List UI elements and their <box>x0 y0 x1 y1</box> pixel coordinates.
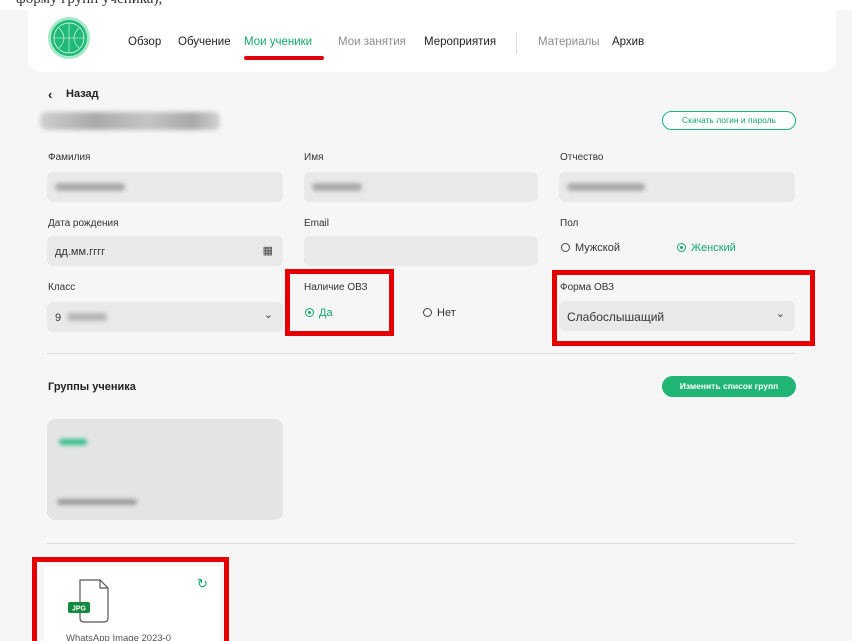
logo-globe-icon <box>53 22 85 54</box>
active-tab-red-underline <box>244 56 324 60</box>
edit-groups-button[interactable]: Изменить список групп <box>662 376 796 397</box>
nav-separator <box>516 32 517 54</box>
group-card[interactable] <box>47 419 283 520</box>
surname-value-redacted <box>55 183 125 191</box>
nav-events[interactable]: Мероприятия <box>424 36 496 48</box>
app-page: форму групп ученика), Обзор Обучение Мои… <box>0 0 852 641</box>
patronymic-field[interactable] <box>559 172 795 202</box>
email-label: Email <box>304 218 330 229</box>
nav-my-lessons[interactable]: Мои занятия <box>338 36 406 48</box>
surname-label: Фамилия <box>48 152 91 163</box>
class-value: 9 <box>55 312 62 324</box>
name-field[interactable] <box>304 172 538 202</box>
gender-male-radio[interactable]: Мужской <box>561 242 620 254</box>
section-divider <box>47 543 795 544</box>
ovz-no-radio[interactable]: Нет <box>423 307 456 319</box>
radio-selected-icon <box>677 243 686 252</box>
highlight-box-ovz-form <box>552 270 815 346</box>
name-label: Имя <box>304 152 324 163</box>
birthdate-field[interactable]: дд.мм.гггг ▦ <box>47 236 283 266</box>
highlight-box-file <box>32 557 229 641</box>
birthdate-placeholder: дд.мм.гггг <box>55 246 106 258</box>
section-divider <box>47 353 795 354</box>
groups-title: Группы ученика <box>48 381 136 393</box>
logo[interactable] <box>48 17 90 59</box>
nav-learning[interactable]: Обучение <box>178 36 231 48</box>
highlight-box-ovz <box>285 269 394 336</box>
class-label: Класс <box>48 282 76 293</box>
calendar-icon[interactable]: ▦ <box>263 244 273 257</box>
top-navigation: Обзор Обучение Мои ученики Мои занятия М… <box>28 10 836 72</box>
name-value-redacted <box>312 183 362 191</box>
student-name-redacted <box>40 112 220 130</box>
email-field[interactable] <box>304 236 538 266</box>
patronymic-label: Отчество <box>560 152 604 163</box>
class-select[interactable]: 9 ⌄ <box>47 302 283 332</box>
chevron-down-icon: ⌄ <box>263 309 273 321</box>
radio-empty-icon <box>561 243 570 252</box>
back-link[interactable]: Назад <box>66 88 99 100</box>
radio-empty-icon <box>423 308 432 317</box>
group-teacher-redacted <box>57 499 137 505</box>
nav-materials[interactable]: Материалы <box>538 36 600 48</box>
gender-male-label: Мужской <box>575 242 620 254</box>
surname-field[interactable] <box>47 172 283 202</box>
gender-female-radio[interactable]: Женский <box>677 242 736 254</box>
class-letter-redacted <box>67 313 107 321</box>
patronymic-value-redacted <box>567 183 645 191</box>
top-cut-text: форму групп ученика), <box>16 0 162 8</box>
birthdate-label: Дата рождения <box>48 218 119 229</box>
document-top-fragment: форму групп ученика), <box>0 0 852 10</box>
chevron-left-icon[interactable]: ‹ <box>48 87 52 102</box>
gender-label: Пол <box>560 218 579 229</box>
group-name-redacted <box>59 439 87 445</box>
ovz-no-label: Нет <box>437 307 456 319</box>
nav-my-students[interactable]: Мои ученики <box>244 36 312 48</box>
nav-overview[interactable]: Обзор <box>128 36 161 48</box>
gender-female-label: Женский <box>691 242 736 254</box>
nav-archive[interactable]: Архив <box>612 36 644 48</box>
download-credentials-button[interactable]: Скачать логин и пароль <box>662 111 796 130</box>
